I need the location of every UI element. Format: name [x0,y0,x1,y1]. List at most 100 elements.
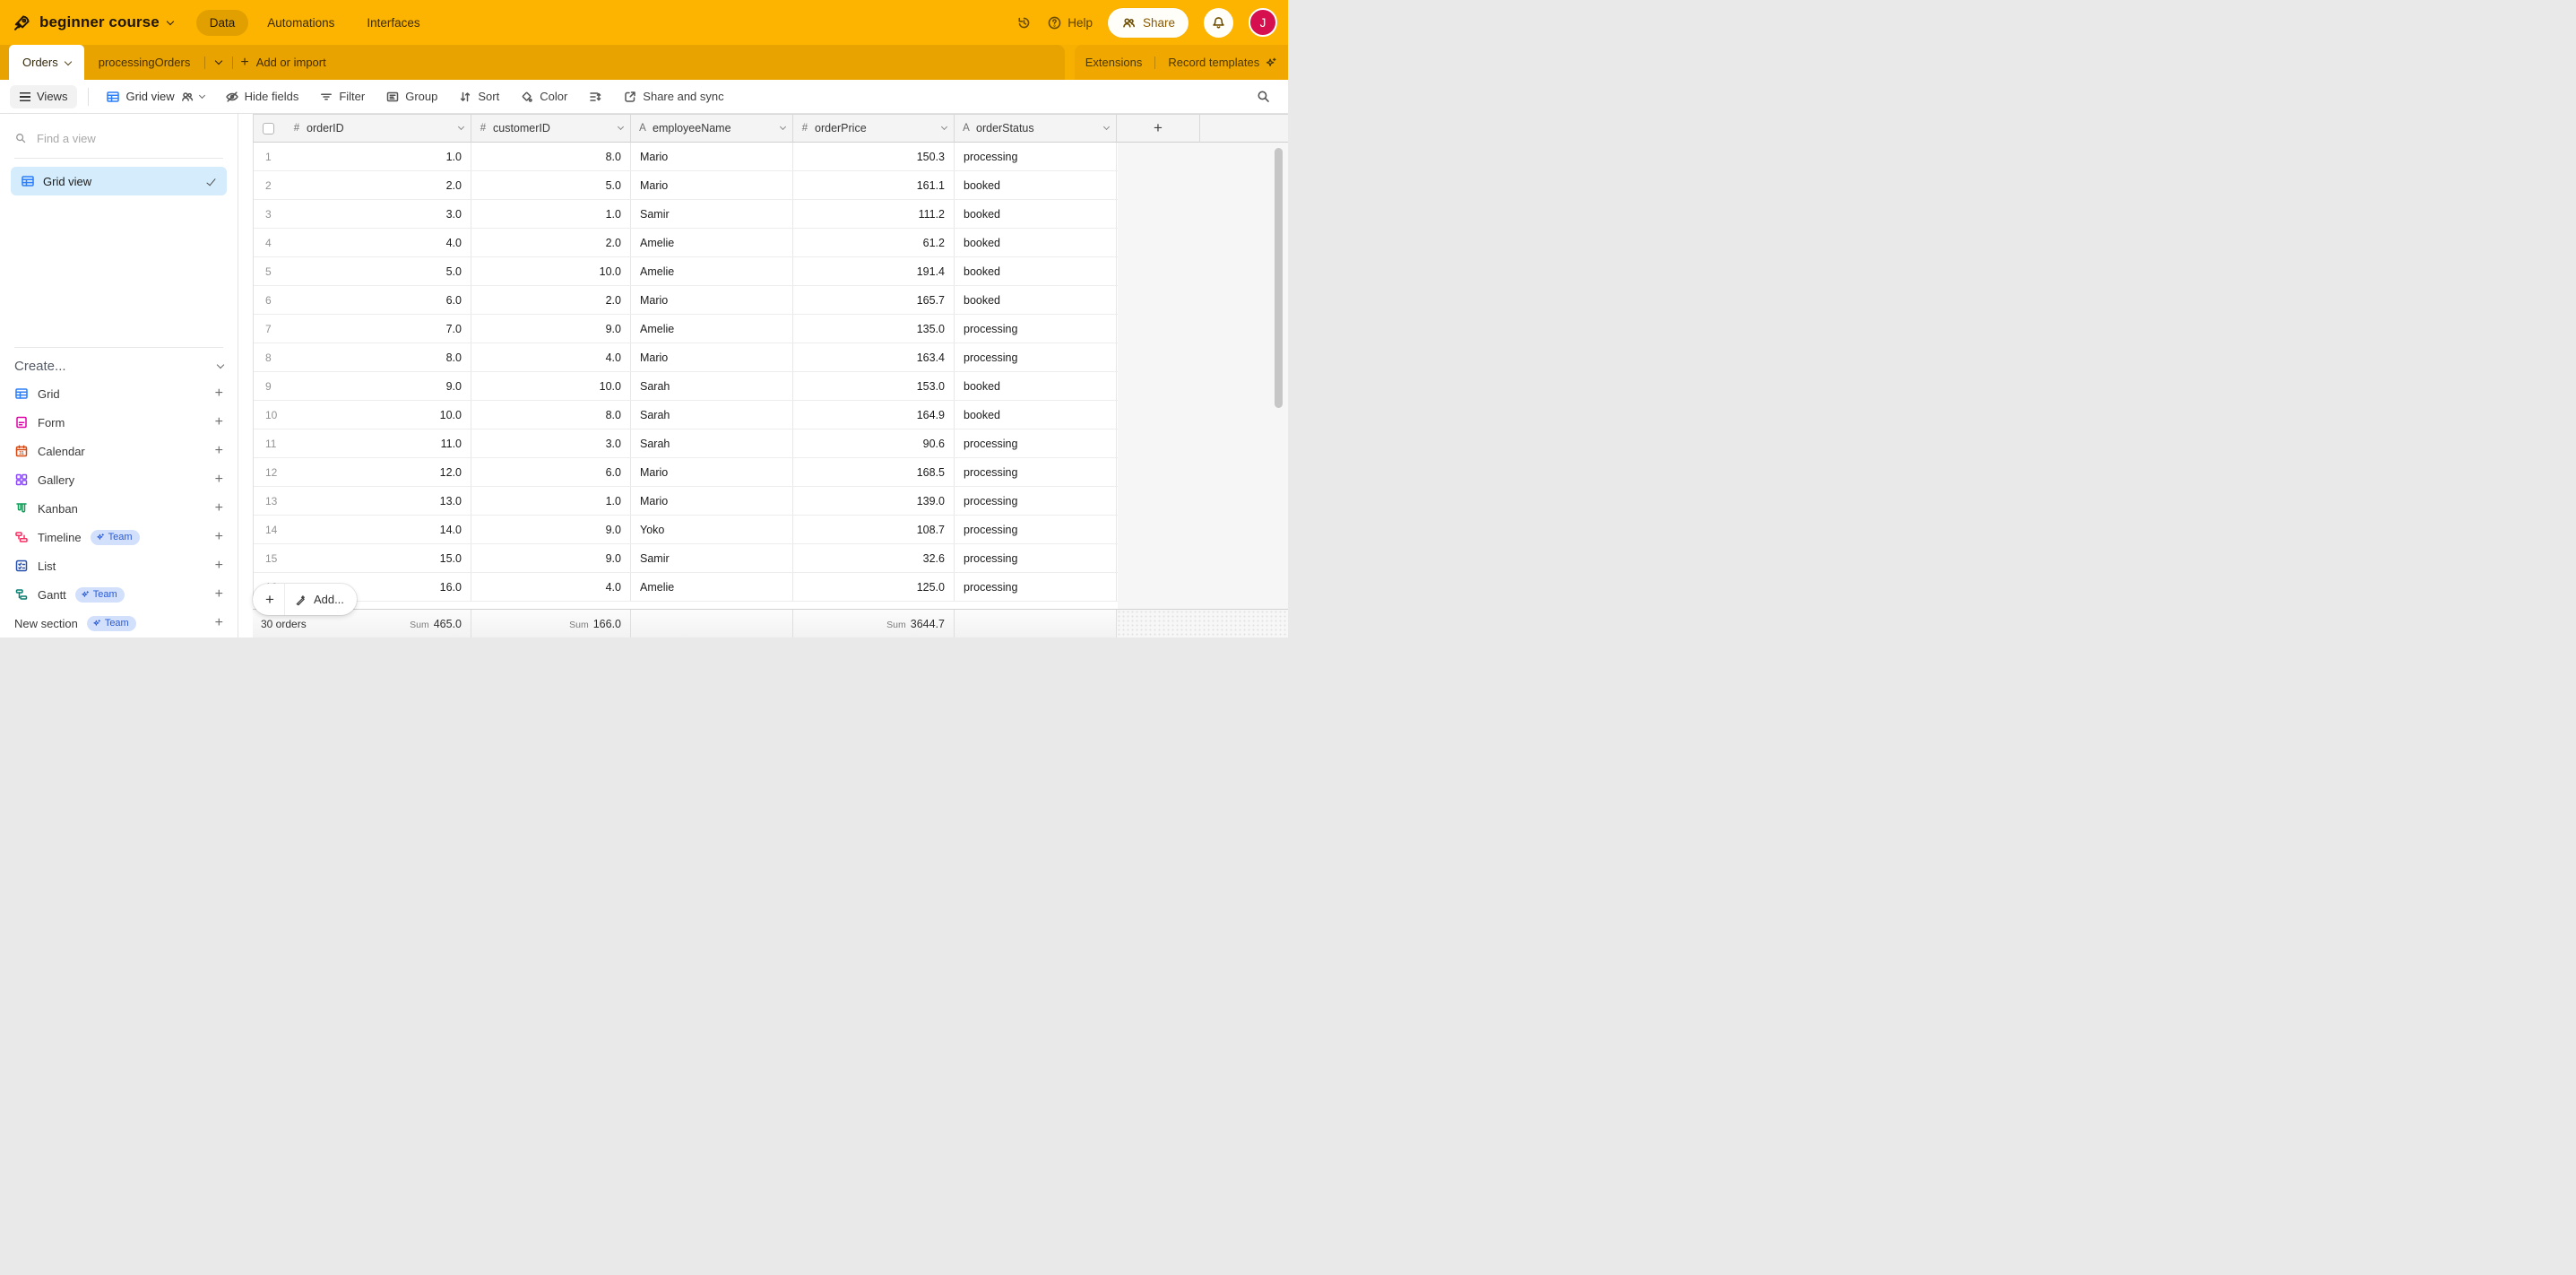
cell-orderStatus[interactable]: booked [955,171,1117,199]
share-button[interactable]: Share [1108,8,1189,38]
cell-customerID[interactable]: 2.0 [471,229,631,256]
cell-employeeName[interactable]: Mario [631,458,793,486]
cell-orderStatus[interactable]: processing [955,516,1117,543]
tab-interfaces[interactable]: Interfaces [353,10,433,36]
cell-orderPrice[interactable]: 135.0 [793,315,955,343]
create-item-kanban[interactable]: Kanban + [0,494,238,523]
cell-orderStatus[interactable]: processing [955,429,1117,457]
cell-orderPrice[interactable]: 165.7 [793,286,955,314]
record-templates-button[interactable]: Record templates [1168,56,1277,69]
cell-customerID[interactable]: 10.0 [471,372,631,400]
create-item-gallery[interactable]: Gallery + [0,465,238,494]
cell-orderID[interactable]: 7 7.0 [254,315,471,343]
extensions-button[interactable]: Extensions [1085,56,1143,69]
help-button[interactable]: Help [1047,15,1093,30]
cell-employeeName[interactable]: Mario [631,343,793,371]
add-view-button[interactable]: + [215,615,223,631]
cell-orderPrice[interactable]: 108.7 [793,516,955,543]
views-button[interactable]: Views [10,85,77,108]
add-or-import-button[interactable]: + Add or import [233,56,333,70]
cell-orderID[interactable]: 11 11.0 [254,429,471,457]
cell-customerID[interactable]: 8.0 [471,143,631,170]
find-view-input[interactable] [35,131,223,146]
column-header-customerID[interactable]: # customerID [471,115,631,143]
filter-button[interactable]: Filter [313,85,371,108]
chevron-down-icon[interactable] [64,57,71,65]
cell-orderPrice[interactable]: 164.9 [793,401,955,429]
sum-orderPrice[interactable]: Sum 3644.7 [886,618,945,630]
cell-orderPrice[interactable]: 163.4 [793,343,955,371]
cell-orderPrice[interactable]: 150.3 [793,143,955,170]
cell-employeeName[interactable]: Sarah [631,429,793,457]
column-header-orderID[interactable]: # orderID [253,115,471,143]
tab-automations[interactable]: Automations [254,10,348,36]
add-view-button[interactable]: + [215,586,223,603]
cell-customerID[interactable]: 1.0 [471,487,631,515]
cell-orderPrice[interactable]: 153.0 [793,372,955,400]
cell-customerID[interactable]: 4.0 [471,343,631,371]
cell-orderPrice[interactable]: 61.2 [793,229,955,256]
cell-employeeName[interactable]: Amelie [631,257,793,285]
cell-customerID[interactable]: 4.0 [471,573,631,601]
create-section-header[interactable]: Create... [14,359,223,374]
cell-orderID[interactable]: 8 8.0 [254,343,471,371]
cell-orderPrice[interactable]: 90.6 [793,429,955,457]
create-item-form[interactable]: Form + [0,408,238,437]
search-icon[interactable] [1256,89,1271,104]
sum-customerID[interactable]: Sum 166.0 [569,618,621,630]
cell-customerID[interactable]: 1.0 [471,200,631,228]
chevron-down-icon[interactable] [167,17,174,24]
add-view-button[interactable]: + [215,414,223,430]
tab-orders[interactable]: Orders [9,45,84,80]
cell-orderStatus[interactable]: processing [955,315,1117,343]
cell-employeeName[interactable]: Sarah [631,401,793,429]
cell-orderPrice[interactable]: 111.2 [793,200,955,228]
summary-employeeName[interactable] [631,610,793,638]
create-item-timeline[interactable]: Timeline Team + [0,523,238,551]
cell-orderStatus[interactable]: processing [955,544,1117,572]
tab-processing-orders[interactable]: processingOrders [84,56,205,69]
cell-orderStatus[interactable]: booked [955,257,1117,285]
cell-customerID[interactable]: 9.0 [471,516,631,543]
cell-employeeName[interactable]: Amelie [631,229,793,256]
sidebar-view-grid-view[interactable]: Grid view [11,167,227,195]
chevron-down-icon[interactable] [217,361,224,369]
cell-orderStatus[interactable]: booked [955,372,1117,400]
cell-employeeName[interactable]: Mario [631,171,793,199]
cell-orderPrice[interactable]: 161.1 [793,171,955,199]
cell-orderID[interactable]: 9 9.0 [254,372,471,400]
create-item-grid[interactable]: Grid + [0,379,238,408]
history-icon[interactable] [1016,15,1032,30]
cell-customerID[interactable]: 2.0 [471,286,631,314]
cell-orderID[interactable]: 2 2.0 [254,171,471,199]
create-item-new-section[interactable]: New section Team + [0,609,238,638]
cell-orderID[interactable]: 12 12.0 [254,458,471,486]
cell-orderPrice[interactable]: 191.4 [793,257,955,285]
hide-fields-button[interactable]: Hide fields [219,85,306,108]
table-list-dropdown[interactable] [205,61,232,64]
row-height-button[interactable] [582,85,609,108]
cell-customerID[interactable]: 8.0 [471,401,631,429]
cell-orderID[interactable]: 5 5.0 [254,257,471,285]
cell-customerID[interactable]: 9.0 [471,544,631,572]
cell-employeeName[interactable]: Mario [631,487,793,515]
add-view-button[interactable]: + [215,558,223,574]
cell-orderStatus[interactable]: booked [955,401,1117,429]
chevron-down-icon[interactable] [941,124,947,130]
cell-customerID[interactable]: 3.0 [471,429,631,457]
cell-customerID[interactable]: 6.0 [471,458,631,486]
cell-employeeName[interactable]: Yoko [631,516,793,543]
column-header-orderPrice[interactable]: # orderPrice [793,115,955,143]
avatar[interactable]: J [1249,8,1277,37]
add-view-button[interactable]: + [215,529,223,545]
chevron-down-icon[interactable] [780,124,786,130]
cell-orderID[interactable]: 6 6.0 [254,286,471,314]
cell-employeeName[interactable]: Samir [631,200,793,228]
create-item-list[interactable]: List + [0,551,238,580]
create-item-gantt[interactable]: Gantt Team + [0,580,238,609]
add-record-button[interactable]: + [265,592,274,607]
group-button[interactable]: Group [379,85,444,108]
cell-orderID[interactable]: 3 3.0 [254,200,471,228]
sum-orderID[interactable]: Sum 465.0 [410,618,462,630]
cell-customerID[interactable]: 9.0 [471,315,631,343]
